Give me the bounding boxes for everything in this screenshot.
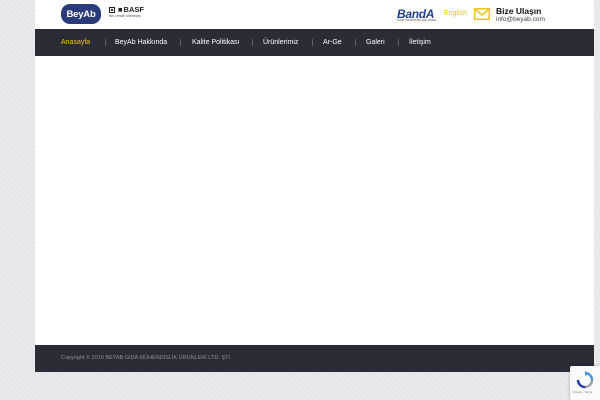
page-container: BeyAb ■ BASF We create chemistry BandA F…: [35, 0, 594, 372]
contact-title: Bize Ulaşın: [496, 6, 542, 16]
main-content: [35, 56, 594, 345]
nav-item-galeri[interactable]: Galeri: [366, 29, 385, 56]
nav-separator: [180, 39, 181, 46]
contact-info[interactable]: Bize Ulaşın info@beyab.com: [496, 7, 545, 23]
site-footer: Copyright © 2016 BEYAB GIDA MÜHENDİSLİK …: [35, 345, 594, 372]
nav-separator: [105, 39, 106, 46]
recaptcha-icon: [576, 371, 594, 389]
nav-separator: [252, 39, 253, 46]
basf-mark-icon: [109, 6, 115, 13]
banda-logo[interactable]: BandA FOOD CONSULTING AND TRADE: [397, 8, 436, 23]
beyab-logo-text: BeyAb: [66, 8, 96, 20]
nav-item-iletisim[interactable]: İletişim: [409, 29, 431, 56]
mail-icon[interactable]: [474, 8, 490, 20]
recaptcha-label[interactable]: Privacy - Terms: [573, 390, 592, 394]
main-nav: Anasayfa BeyAb Hakkında Kalite Politikas…: [35, 29, 594, 56]
basf-brand: BASF: [123, 5, 144, 14]
nav-separator: [312, 39, 313, 46]
language-link[interactable]: English: [444, 10, 467, 17]
contact-email[interactable]: info@beyab.com: [496, 16, 545, 24]
banda-tagline: FOOD CONSULTING AND TRADE: [397, 19, 437, 22]
nav-item-arge[interactable]: Ar-Ge: [323, 29, 342, 56]
recaptcha-badge[interactable]: Privacy - Terms: [570, 366, 600, 400]
basf-logo[interactable]: ■ BASF We create chemistry: [109, 6, 144, 18]
nav-item-anasayfa[interactable]: Anasayfa: [61, 29, 90, 56]
nav-item-urunlerimiz[interactable]: Ürünlerimiz: [263, 29, 298, 56]
nav-item-kalite[interactable]: Kalite Politikası: [192, 29, 239, 56]
beyab-logo[interactable]: BeyAb: [61, 4, 101, 24]
site-header: BeyAb ■ BASF We create chemistry BandA F…: [35, 0, 594, 29]
nav-item-hakkinda[interactable]: BeyAb Hakkında: [115, 29, 167, 56]
basf-tagline: We create chemistry: [109, 13, 141, 18]
nav-separator: [398, 39, 399, 46]
copyright-text: Copyright © 2016 BEYAB GIDA MÜHENDİSLİK …: [61, 355, 232, 361]
nav-separator: [355, 39, 356, 46]
